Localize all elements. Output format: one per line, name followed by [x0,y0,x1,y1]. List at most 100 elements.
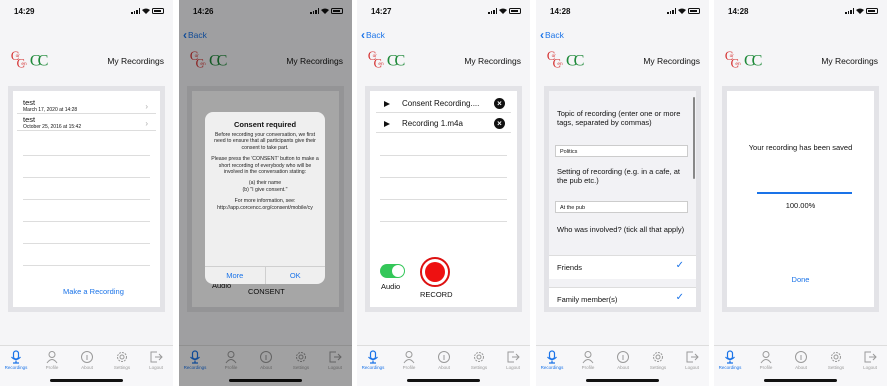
audio-label: Audio [381,282,401,291]
recording-row[interactable]: test March 17, 2020 at 14:28 › [17,97,156,114]
tab-label: Settings [113,365,131,370]
tab-recordings[interactable]: Recordings [537,350,567,370]
tab-settings[interactable]: Settings [107,350,137,370]
corcencc-logo [546,49,585,71]
saved-message: Your recording has been saved [748,143,853,152]
corcencc-logo [10,49,49,71]
play-icon[interactable] [384,101,390,107]
screen-saved: 14:28 My Recordings Your recording has b… [714,0,887,386]
tab-label: About [617,365,629,370]
info-bubble-icon [617,351,629,363]
tab-recordings[interactable]: Recordings [1,350,31,370]
status-time: 14:28 [550,7,571,16]
topic-input[interactable]: Politics [555,145,688,157]
tab-about[interactable]: About [72,350,102,370]
scrollbar[interactable] [693,97,695,179]
tab-label: Logout [149,365,163,370]
back-button[interactable]: ‹ Back [540,29,564,41]
checkmark-icon: ✓ [675,260,684,271]
divider [380,155,507,156]
tab-logout[interactable]: Logout [141,350,171,370]
gear-icon [653,352,663,362]
make-recording-button[interactable]: Make a Recording [63,287,124,296]
dialog-text: Please press the 'CONSENT' button to mak… [211,156,319,176]
tab-label: Settings [470,365,488,370]
dialog-text: Before recording your conversation, we f… [214,132,316,151]
tab-label: Settings [649,365,667,370]
delete-icon[interactable]: × [494,118,505,129]
back-label: Back [545,30,564,40]
page-title: My Recordings [643,56,700,66]
tab-label: Profile [581,365,595,370]
setting-label: Setting of recording (e.g. in a cafe, at… [557,167,680,185]
option-friends[interactable]: Friends ✓ [549,255,696,279]
play-icon[interactable] [384,121,390,127]
more-button[interactable]: More [205,267,265,284]
tab-recordings[interactable]: Recordings [358,350,388,370]
tab-profile[interactable]: Profile [573,350,603,370]
recording-file-row[interactable]: Recording 1.m4a × [376,115,511,133]
signal-icon [488,8,497,14]
app-header: My Recordings [536,48,709,72]
info-bubble-icon [81,351,93,363]
audio-toggle[interactable] [380,264,405,278]
chevron-right-icon: › [145,119,148,128]
setting-input[interactable]: At the pub [555,201,688,213]
tab-label: About [81,365,93,370]
tab-logout[interactable]: Logout [677,350,707,370]
screen-consent-dialog: 14:26 ‹ Back My Recordings Audio CONSENT … [179,0,352,386]
recording-date: October 25, 2016 at 15:42 [23,124,82,130]
tab-bar: Recordings Profile About Settings Logout [714,345,887,386]
recording-title: test [23,98,36,107]
tab-logout[interactable]: Logout [855,350,885,370]
tab-about[interactable]: About [608,350,638,370]
tab-label: Logout [685,365,699,370]
tab-recordings[interactable]: Recordings [715,350,745,370]
progress-bar [757,192,852,194]
divider [380,199,507,200]
status-bar: 14:27 [357,0,530,22]
home-indicator [586,379,659,382]
tab-settings[interactable]: Settings [464,350,494,370]
tab-label: Recordings [718,365,742,370]
record-button[interactable] [420,257,450,287]
person-icon [582,351,594,364]
dialog-text: (b) "I give consent." [242,186,288,193]
status-time: 14:27 [371,7,392,16]
ok-button[interactable]: OK [264,267,326,284]
done-button[interactable]: Done [727,275,874,284]
microphone-icon [11,350,21,364]
option-family[interactable]: Family member(s) ✓ [549,287,696,307]
divider [380,221,507,222]
tab-profile[interactable]: Profile [37,350,67,370]
recording-file-row[interactable]: Consent Recording.... × [376,95,511,113]
recordings-panel: test March 17, 2020 at 14:28 › test Octo… [8,86,165,312]
tab-about[interactable]: About [786,350,816,370]
status-icons [488,8,521,14]
screen-record: 14:27 ‹ Back My Recordings Consent Record… [357,0,530,386]
logout-icon [150,351,163,363]
tab-about[interactable]: About [429,350,459,370]
dialog-text: For more information, see: http://app.co… [217,198,313,211]
tab-settings[interactable]: Settings [643,350,673,370]
progress-percent: 100.00% [785,201,816,210]
wifi-icon [499,8,507,14]
dialog-buttons: More OK [205,266,325,284]
tab-settings[interactable]: Settings [821,350,851,370]
tab-profile[interactable]: Profile [394,350,424,370]
signal-icon [131,8,140,14]
saved-panel: Your recording has been saved 100.00% Do… [722,86,879,312]
page-title: My Recordings [107,56,164,66]
app-header: My Recordings [357,48,530,72]
page-title: My Recordings [821,56,878,66]
corcencc-logo [724,49,763,71]
recording-row[interactable]: test October 25, 2016 at 15:42 › [17,114,156,131]
back-button[interactable]: ‹ Back [361,29,385,41]
tab-logout[interactable]: Logout [498,350,528,370]
app-header: My Recordings [714,48,887,72]
tab-profile[interactable]: Profile [751,350,781,370]
tab-label: Profile [402,365,416,370]
recording-date: March 17, 2020 at 14:28 [23,107,78,113]
topic-label: Topic of recording (enter one or more ta… [557,109,681,127]
delete-icon[interactable]: × [494,98,505,109]
